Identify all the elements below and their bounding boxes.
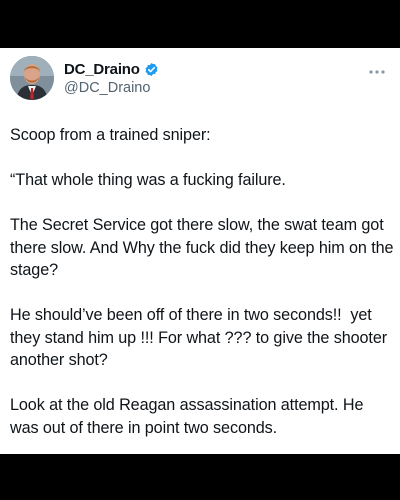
display-name-row: DC_Draino <box>64 59 159 79</box>
tweet-paragraph: Scoop from a trained sniper: <box>10 126 211 144</box>
tweet-paragraph: He should’ve been off of there in two se… <box>10 306 392 369</box>
avatar[interactable] <box>10 56 54 100</box>
tweet-paragraph: The Secret Service got there slow, the s… <box>10 216 398 279</box>
avatar-image <box>10 56 54 100</box>
tweet-header: DC_Draino @DC_Draino <box>10 56 390 104</box>
tweet-card: DC_Draino @DC_Draino Scoop from a traine… <box>0 48 400 454</box>
display-name[interactable]: DC_Draino <box>64 61 140 78</box>
author-info: DC_Draino @DC_Draino <box>64 59 159 96</box>
tweet-paragraph: Look at the old Reagan assassination att… <box>10 396 368 437</box>
tweet-text: Scoop from a trained sniper: “That whole… <box>10 124 394 439</box>
verified-badge-icon <box>144 62 159 77</box>
handle[interactable]: @DC_Draino <box>64 80 159 96</box>
more-horizontal-icon[interactable] <box>368 62 386 74</box>
tweet-paragraph: “That whole thing was a fucking failure. <box>10 171 286 189</box>
